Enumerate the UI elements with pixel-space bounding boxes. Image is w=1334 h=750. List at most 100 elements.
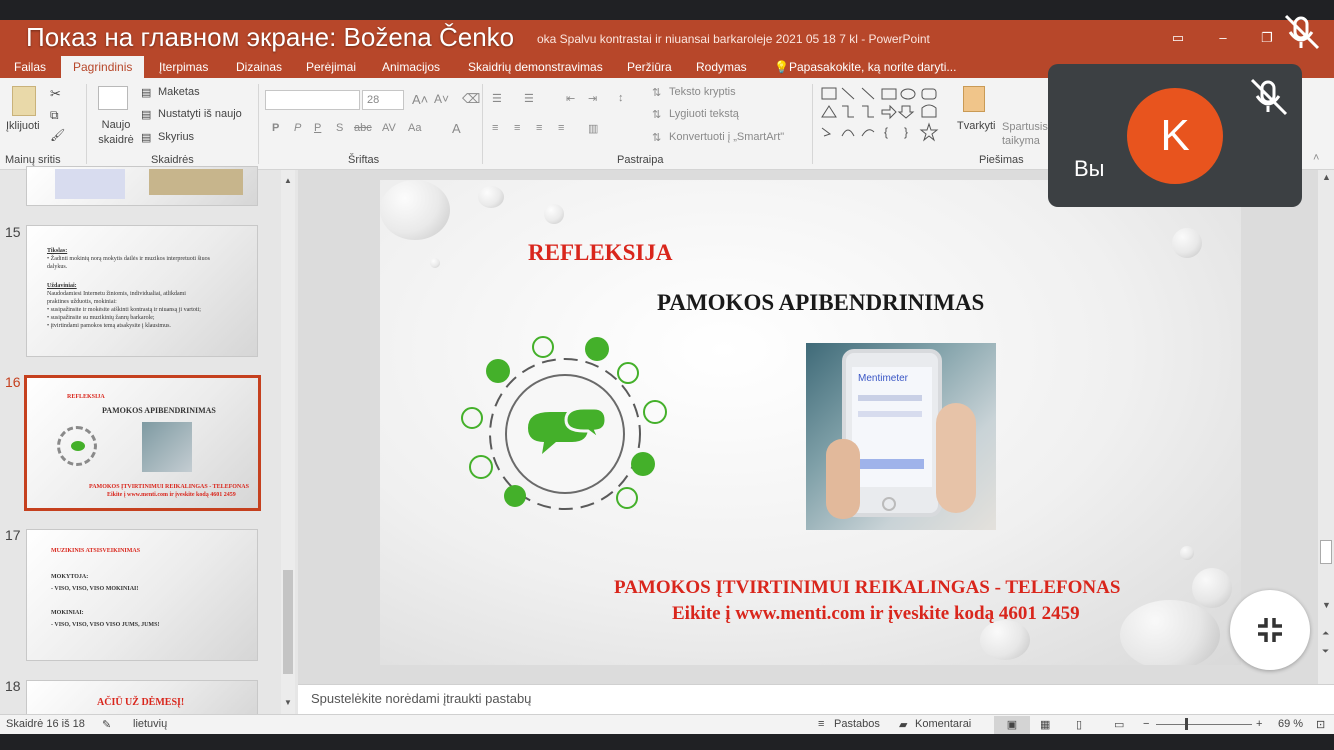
font-size-select[interactable]: 28 xyxy=(362,90,404,110)
strikethrough-icon[interactable]: abc xyxy=(354,122,372,134)
slide-scrollbar[interactable]: ▲ ▼ ⏶ ⏷ xyxy=(1318,170,1334,684)
paste-button[interactable]: Įklijuoti xyxy=(6,120,40,132)
slide-thumbnail-16[interactable]: REFLEKSIJA PAMOKOS APIBENDRINIMAS PAMOKO… xyxy=(24,375,261,511)
zoom-slider[interactable] xyxy=(1156,724,1252,725)
previous-slide-icon[interactable]: ⏶ xyxy=(1322,628,1329,639)
text-direction-button[interactable]: Teksto kryptis xyxy=(669,86,736,98)
italic-icon[interactable]: P xyxy=(294,122,301,134)
thumb-text: MUZIKINIS ATSISVEIKINIMAS xyxy=(51,548,141,554)
arrange-icon[interactable] xyxy=(963,86,985,112)
phone-submit-button xyxy=(858,459,924,469)
align-left-icon[interactable]: ≡ xyxy=(492,122,498,134)
scroll-down-icon[interactable]: ▼ xyxy=(284,698,292,707)
columns-icon[interactable]: ▥ xyxy=(588,122,598,135)
bullets-icon[interactable]: ☰ xyxy=(492,92,502,105)
notes-toggle-icon[interactable]: ≡ xyxy=(818,718,824,730)
water-drop-decoration xyxy=(980,620,1030,660)
language-indicator[interactable]: lietuvių xyxy=(133,718,167,730)
scroll-up-icon[interactable]: ▲ xyxy=(284,176,292,185)
fit-to-window-icon[interactable]: ⊡ xyxy=(1316,718,1325,731)
cut-icon[interactable]: ✂ xyxy=(50,86,61,102)
increase-font-icon[interactable]: A˄ xyxy=(412,92,428,107)
align-right-icon[interactable]: ≡ xyxy=(536,122,542,134)
zoom-slider-handle[interactable] xyxy=(1185,718,1188,730)
comments-button[interactable]: Komentarai xyxy=(915,718,971,730)
shadow-icon[interactable]: S xyxy=(336,122,343,134)
tab-design[interactable]: Dizainas xyxy=(236,60,282,74)
reading-view-icon[interactable]: ▯ xyxy=(1076,718,1082,731)
notes-pane[interactable]: Spustelėkite norėdami įtraukti pastabų xyxy=(298,684,1334,714)
tab-home[interactable]: Pagrindinis xyxy=(61,56,145,78)
ribbon-display-options-icon[interactable]: ▭ xyxy=(1168,30,1188,46)
tab-transitions[interactable]: Perėjimai xyxy=(306,60,356,74)
decrease-font-icon[interactable]: A˅ xyxy=(434,92,449,106)
align-text-button[interactable]: Lygiuoti tekstą xyxy=(669,108,739,120)
slide-thumbnail-17[interactable]: MUZIKINIS ATSISVEIKINIMAS MOKYTOJA: - VI… xyxy=(26,529,258,661)
copy-icon[interactable]: ⧉ xyxy=(50,108,59,123)
next-slide-icon[interactable]: ⏷ xyxy=(1322,646,1329,657)
font-color-icon[interactable]: A xyxy=(452,121,461,136)
new-slide-button[interactable]: Naujo skaidrė xyxy=(94,118,138,148)
slideshow-icon[interactable]: ▭ xyxy=(1114,718,1124,731)
collapse-ribbon-icon[interactable]: ˄ xyxy=(1313,152,1319,164)
scrollbar-thumb[interactable] xyxy=(1320,540,1332,564)
increase-indent-icon[interactable]: ⇥ xyxy=(588,92,597,105)
underline-icon[interactable]: P xyxy=(314,122,321,134)
group-font-label: Šriftas xyxy=(348,154,380,166)
section-icon: ▤ xyxy=(141,132,152,144)
bold-icon[interactable]: P xyxy=(272,122,279,134)
thumbnail-image xyxy=(55,169,125,199)
comments-icon[interactable]: ▰ xyxy=(899,718,907,731)
section-button[interactable]: Skyrius xyxy=(158,131,194,143)
format-painter-icon[interactable]: 🖌 xyxy=(50,128,65,142)
line-spacing-icon[interactable]: ↕ xyxy=(618,92,624,104)
notes-toggle-button[interactable]: Pastabos xyxy=(834,718,880,730)
tab-slideshow[interactable]: Skaidrių demonstravimas xyxy=(468,60,603,74)
slide-number-17: 17 xyxy=(5,527,21,543)
char-spacing-icon[interactable]: AV xyxy=(382,122,396,134)
mic-muted-icon[interactable] xyxy=(1280,12,1324,52)
quick-styles-button[interactable]: Spartusis taikyma xyxy=(1002,120,1052,148)
align-center-icon[interactable]: ≡ xyxy=(514,122,520,134)
arrange-button[interactable]: Tvarkyti xyxy=(957,120,996,132)
numbering-icon[interactable]: ☰ xyxy=(524,92,534,105)
reset-button[interactable]: Nustatyti iš naujo xyxy=(158,108,242,120)
restore-icon[interactable]: ❐ xyxy=(1257,30,1277,46)
slide-thumbnail-15[interactable]: Tikslas: • Žadinti mokinių norą mokytis … xyxy=(26,225,258,357)
layout-button[interactable]: Maketas xyxy=(158,86,200,98)
scroll-down-icon[interactable]: ▼ xyxy=(1322,600,1331,610)
spellcheck-icon[interactable]: ✎ xyxy=(102,718,111,731)
notes-placeholder[interactable]: Spustelėkite norėdami įtraukti pastabų xyxy=(311,691,531,706)
slide-sorter-icon[interactable]: ▦ xyxy=(1040,718,1050,731)
zoom-level[interactable]: 69 % xyxy=(1278,718,1303,730)
meeting-top-bar xyxy=(0,0,1334,20)
clear-formatting-icon[interactable]: ⌫ xyxy=(462,91,480,107)
scroll-up-icon[interactable]: ▲ xyxy=(1322,172,1331,182)
zoom-in-icon[interactable]: + xyxy=(1256,718,1262,730)
current-slide[interactable]: REFLEKSIJA PAMOKOS APIBENDRINIMAS Mentim… xyxy=(380,180,1241,665)
thumbnail-phone-photo xyxy=(142,422,192,472)
new-slide-icon[interactable] xyxy=(98,86,128,110)
normal-view-icon[interactable]: ▣ xyxy=(994,716,1030,734)
scrollbar-thumb[interactable] xyxy=(283,570,293,674)
slide-heading: PAMOKOS APIBENDRINIMAS xyxy=(657,290,985,315)
paste-icon[interactable] xyxy=(12,86,36,116)
tab-insert[interactable]: Įterpimas xyxy=(159,60,208,74)
decrease-indent-icon[interactable]: ⇤ xyxy=(566,92,575,105)
shapes-gallery[interactable]: { } xyxy=(820,86,952,146)
self-video-tile[interactable]: K Вы xyxy=(1048,64,1302,207)
tab-file[interactable]: Failas xyxy=(14,60,46,74)
tab-review[interactable]: Peržiūra xyxy=(627,60,672,74)
minimize-icon[interactable]: – xyxy=(1213,30,1233,46)
tab-animations[interactable]: Animacijos xyxy=(382,60,440,74)
tell-me-search[interactable]: Papasakokite, ką norite daryti... xyxy=(789,60,956,74)
slide-thumbnail-14[interactable] xyxy=(26,166,258,206)
tab-view[interactable]: Rodymas xyxy=(696,60,747,74)
font-name-select[interactable] xyxy=(265,90,360,110)
zoom-out-icon[interactable]: − xyxy=(1143,718,1149,730)
smartart-button[interactable]: Konvertuoti į „SmartArt" xyxy=(669,131,784,143)
justify-icon[interactable]: ≡ xyxy=(558,122,564,134)
change-case-icon[interactable]: Aa xyxy=(408,122,421,134)
exit-fullscreen-button[interactable] xyxy=(1230,590,1310,670)
thumbnails-scrollbar[interactable]: ▲ ▼ xyxy=(281,170,295,714)
